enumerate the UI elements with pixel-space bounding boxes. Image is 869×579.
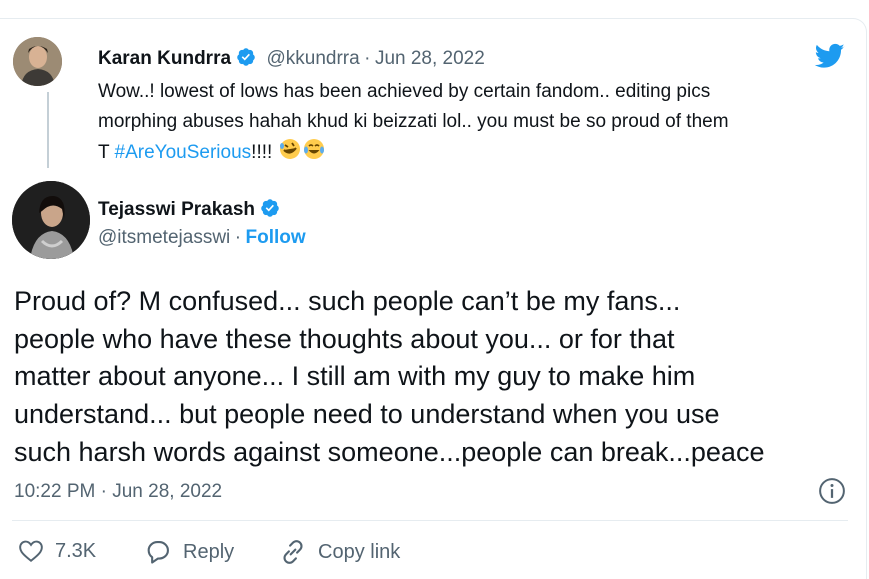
info-icon[interactable] [817, 476, 847, 506]
main-tweet-line: Proud of? M confused... such people can’… [14, 286, 681, 316]
quoted-handle[interactable]: @kkundrra [266, 48, 359, 69]
quoted-date[interactable]: Jun 28, 2022 [375, 48, 485, 69]
verified-badge-icon [237, 48, 255, 66]
avatar-karan[interactable] [13, 37, 62, 86]
follow-button[interactable]: Follow [246, 227, 306, 248]
quoted-text-line-3: T #AreYouSerious!!!! [98, 137, 326, 168]
avatar-tejasswi[interactable] [12, 181, 90, 259]
reply-action[interactable]: Reply [143, 538, 234, 566]
quoted-text-suffix: !!!! [251, 142, 273, 163]
main-tweet-text: Proud of? M confused... such people can’… [14, 283, 764, 472]
main-tweet-line: people who have these thoughts about you… [14, 323, 675, 354]
main-handle[interactable]: @itsmetejasswi [98, 227, 230, 248]
divider [12, 520, 848, 521]
main-tweet-line: such harsh words against someone...peopl… [14, 436, 765, 467]
like-count: 7.3K [55, 539, 97, 562]
separator-dot: · [364, 48, 371, 69]
link-icon [283, 540, 303, 564]
verified-badge-icon [261, 199, 279, 217]
copy-link-label: Copy link [318, 540, 401, 563]
twitter-bird-icon[interactable] [813, 41, 847, 71]
reply-bubble-icon [147, 541, 169, 564]
main-author-name[interactable]: Tejasswi Prakash [98, 199, 255, 220]
quoted-text-line-1: Wow..! lowest of lows has been achieved … [98, 81, 711, 102]
reply-label: Reply [183, 540, 235, 563]
copy-link-action[interactable]: Copy link [278, 538, 400, 566]
hashtag-link[interactable]: #AreYouSerious [115, 142, 252, 163]
main-handle-row: @itsmetejasswi · Follow [98, 227, 306, 249]
quoted-tweet-header: Karan Kundrra @kkundrra · Jun 28, 2022 [98, 47, 485, 70]
rolling-on-floor-laughing-emoji [279, 139, 300, 159]
like-action[interactable]: 7.3K [17, 538, 96, 564]
separator-dot: · [234, 227, 242, 248]
main-author-row: Tejasswi Prakash [98, 198, 280, 221]
tweet-timestamp[interactable]: 10:22 PM · Jun 28, 2022 [14, 481, 222, 503]
quoted-text-line-2: morphing abuses hahah khud ki beizzati l… [98, 111, 729, 132]
quoted-text-prefix: T [98, 142, 115, 163]
tears-of-joy-emoji [303, 139, 324, 159]
quoted-author-name[interactable]: Karan Kundrra [98, 48, 231, 69]
main-tweet-line: matter about anyone... I still am with m… [14, 361, 696, 392]
heart-icon [19, 540, 43, 562]
main-tweet-line: understand... but people need to underst… [14, 399, 720, 430]
thread-connector-line [47, 92, 49, 168]
